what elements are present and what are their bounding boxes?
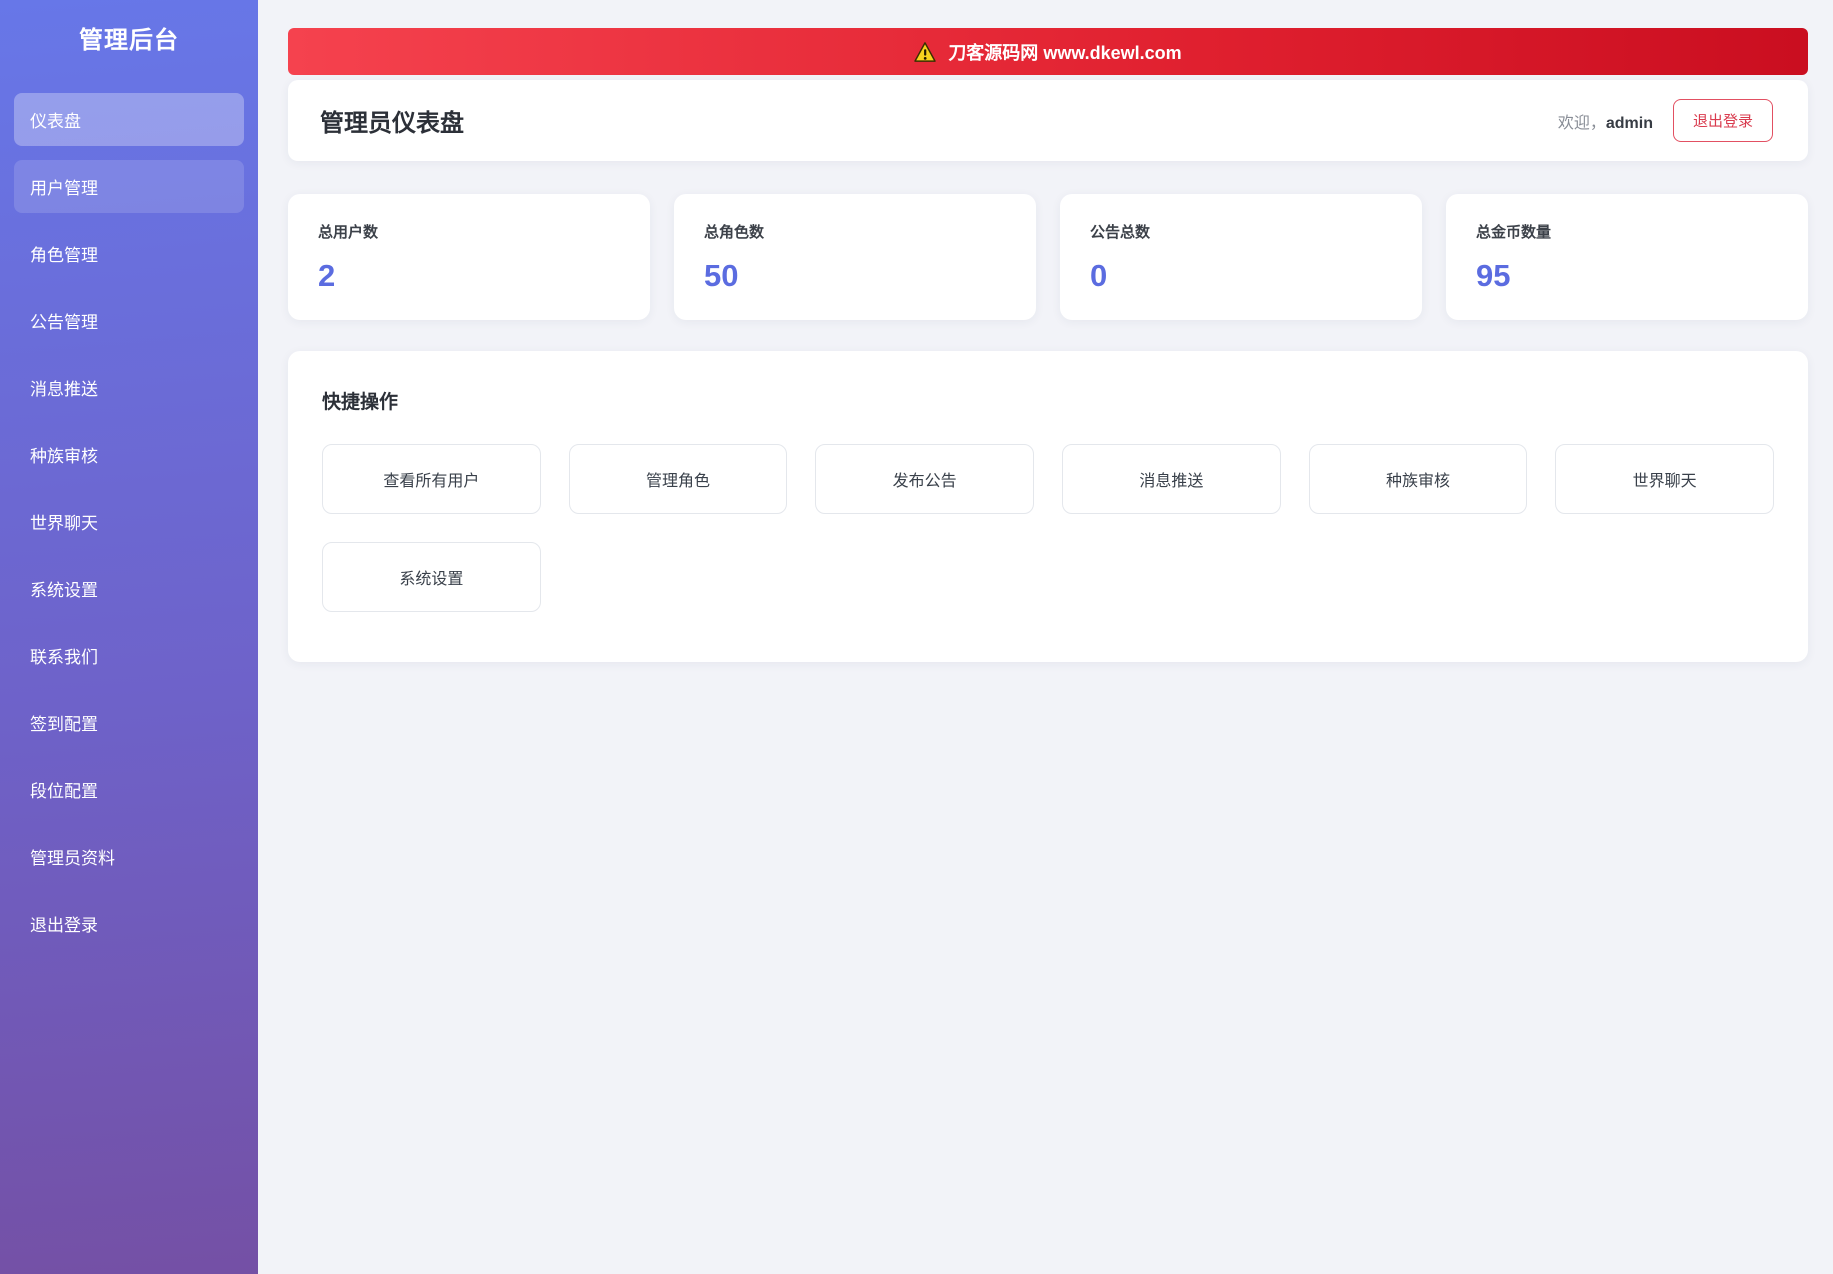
sidebar-item-checkin-config[interactable]: 签到配置 (14, 696, 244, 749)
sidebar-nav: 仪表盘 用户管理 角色管理 公告管理 消息推送 种族审核 世界聊天 系统设置 联… (0, 93, 258, 950)
quick-action-view-all-users[interactable]: 查看所有用户 (322, 444, 541, 514)
sidebar-item-admin-profile[interactable]: 管理员资料 (14, 830, 244, 883)
stat-value: 50 (704, 258, 739, 293)
welcome-text: 欢迎，admin (1558, 109, 1653, 133)
sidebar-item-contact-us[interactable]: 联系我们 (14, 629, 244, 682)
sidebar-item-race-review[interactable]: 种族审核 (14, 428, 244, 481)
banner-text: 刀客源码网 www.dkewl.com (948, 42, 1182, 63)
quick-actions-title: 快捷操作 (322, 392, 399, 413)
header-actions: 欢迎，admin 退出登录 (1558, 99, 1773, 142)
quick-action-world-chat[interactable]: 世界聊天 (1555, 444, 1774, 514)
stat-value: 95 (1476, 258, 1511, 293)
sidebar-item-logout[interactable]: 退出登录 (14, 897, 244, 950)
app-title: 管理后台 (79, 27, 179, 54)
stat-value: 2 (318, 258, 336, 293)
stat-value: 0 (1090, 258, 1108, 293)
sidebar-item-announcement-management[interactable]: 公告管理 (14, 294, 244, 347)
stat-card-total-coins: 总金币数量 95 (1446, 194, 1808, 320)
sidebar-item-dashboard[interactable]: 仪表盘 (14, 93, 244, 146)
quick-actions-grid: 查看所有用户 管理角色 发布公告 消息推送 种族审核 世界聊天 系统设置 (322, 444, 1774, 612)
sidebar-item-world-chat[interactable]: 世界聊天 (14, 495, 244, 548)
stat-label: 总金币数量 (1476, 224, 1552, 241)
stat-card-total-roles: 总角色数 50 (674, 194, 1036, 320)
stat-label: 总角色数 (704, 224, 765, 241)
quick-action-system-settings[interactable]: 系统设置 (322, 542, 541, 612)
stat-label: 公告总数 (1090, 224, 1151, 241)
quick-action-publish-announcement[interactable]: 发布公告 (815, 444, 1034, 514)
welcome-prefix: 欢迎， (1557, 114, 1606, 132)
sidebar-item-system-settings[interactable]: 系统设置 (14, 562, 244, 615)
username: admin (1605, 114, 1653, 132)
stat-label: 总用户数 (318, 224, 379, 241)
quick-action-message-push[interactable]: 消息推送 (1062, 444, 1281, 514)
warning-icon (914, 41, 937, 62)
sidebar-item-role-management[interactable]: 角色管理 (14, 227, 244, 280)
stats-row: 总用户数 2 总角色数 50 公告总数 0 总金币数量 95 (288, 194, 1808, 320)
sidebar-item-message-push[interactable]: 消息推送 (14, 361, 244, 414)
sidebar-item-user-management[interactable]: 用户管理 (14, 160, 244, 213)
quick-action-manage-roles[interactable]: 管理角色 (568, 444, 788, 514)
stat-card-total-announcements: 公告总数 0 (1060, 194, 1422, 320)
quick-action-race-review[interactable]: 种族审核 (1308, 444, 1528, 514)
stat-card-total-users: 总用户数 2 (288, 194, 650, 320)
source-site-banner: 刀客源码网 www.dkewl.com (288, 28, 1808, 75)
dashboard-header: 管理员仪表盘 欢迎，admin 退出登录 (288, 80, 1808, 161)
sidebar: 管理后台 仪表盘 用户管理 角色管理 公告管理 消息推送 种族审核 世界聊天 系… (0, 0, 258, 1274)
quick-actions-panel: 快捷操作 查看所有用户 管理角色 发布公告 消息推送 种族审核 世界聊天 系统设… (288, 351, 1808, 662)
main-content: 刀客源码网 www.dkewl.com 管理员仪表盘 欢迎，admin 退出登录… (258, 0, 1833, 1274)
sidebar-item-rank-config[interactable]: 段位配置 (14, 763, 244, 816)
page-title: 管理员仪表盘 (320, 110, 464, 137)
logout-button[interactable]: 退出登录 (1672, 99, 1773, 142)
